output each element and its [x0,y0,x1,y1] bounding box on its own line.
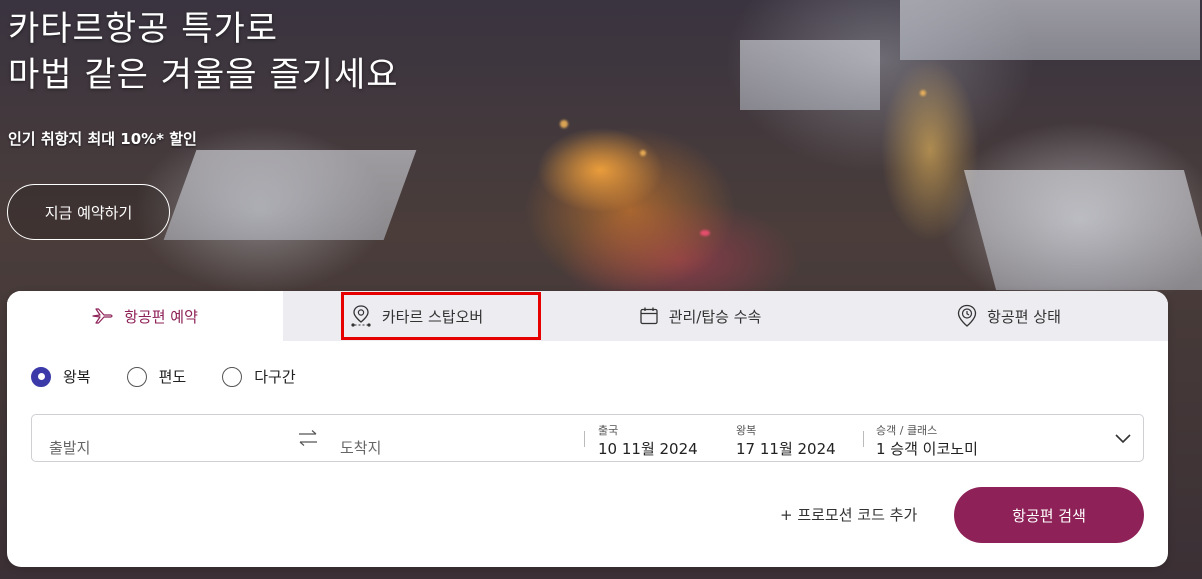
tab-label: 항공편 상태 [987,307,1061,326]
departure-date-field[interactable]: 출국 10 11월 2024 [585,415,723,461]
tab-manage-checkin[interactable]: 관리/탑승 수속 [550,291,850,341]
stopover-pin-icon [350,304,372,328]
origin-placeholder: 출발지 [49,439,91,457]
clock-pin-icon [957,304,977,328]
return-label: 왕복 [736,424,757,437]
hero-subtitle: 인기 취항지 최대 10%* 할인 [8,130,197,148]
add-promo-code-link[interactable]: + 프로모션 코드 추가 [780,504,917,525]
airplane-icon [92,307,114,325]
booking-tabs: 항공편 예약 카타르 스탑오버 관리/탑승 수속 항공편 상태 [7,291,1168,341]
passengers-class-label: 승객 / 클래스 [876,424,938,437]
passengers-class-value: 1 승객 이코노미 [876,440,978,458]
light [920,90,926,96]
departure-label: 출국 [598,424,619,437]
radio-button[interactable] [31,366,51,387]
snowy-roof [900,0,1200,60]
return-date-field[interactable]: 왕복 17 11월 2024 [723,415,861,461]
snowy-roof [963,170,1202,290]
destination-placeholder: 도착지 [340,439,382,457]
radio-label: 편도 [158,368,187,386]
radio-label: 다구간 [254,368,296,386]
tab-label: 카타르 스탑오버 [381,307,484,326]
snowy-roof [163,150,417,240]
light [640,150,646,156]
return-date: 17 11월 2024 [736,440,836,458]
radio-one-way[interactable]: 편도 [126,366,187,387]
search-flights-button[interactable]: 항공편 검색 [954,487,1144,543]
departure-date: 10 11월 2024 [598,440,698,458]
passengers-class-field[interactable]: 승객 / 클래스 1 승객 이코노미 [864,415,1139,461]
swap-icon[interactable] [296,429,320,447]
calendar-icon [639,306,659,326]
hero-title: 카타르항공 특가로 마법 같은 겨울을 즐기세요 [8,6,399,98]
light [700,230,710,236]
book-now-button[interactable]: 지금 예약하기 [7,184,170,240]
snowy-roof [740,40,880,110]
tab-label: 항공편 예약 [124,307,198,326]
tab-qatar-stopover[interactable]: 카타르 스탑오버 [283,291,550,341]
destination-field[interactable]: 도착지 [324,415,582,461]
booking-widget: 항공편 예약 카타르 스탑오버 관리/탑승 수속 항공편 상태 왕복 편도 다구… [7,291,1168,567]
origin-field[interactable]: 출발지 [32,415,294,461]
tab-flight-status[interactable]: 항공편 상태 [850,291,1168,341]
tab-label: 관리/탑승 수속 [668,307,762,326]
light [560,120,568,128]
radio-label: 왕복 [63,368,91,386]
radio-button[interactable] [222,366,243,387]
chevron-down-icon[interactable] [1114,430,1132,444]
hero-title-line2: 마법 같은 겨울을 즐기세요 [8,55,399,95]
trip-type-options: 왕복 편도 다구간 [31,366,332,387]
hero-title-line1: 카타르항공 특가로 [8,9,279,49]
radio-round-trip[interactable]: 왕복 [31,366,91,387]
radio-multi-city[interactable]: 다구간 [222,366,296,387]
tab-book-flights[interactable]: 항공편 예약 [7,291,283,341]
flight-search-bar: 출발지 도착지 출국 10 11월 2024 왕복 17 11월 2024 승객… [31,414,1144,462]
radio-button[interactable] [126,366,147,387]
